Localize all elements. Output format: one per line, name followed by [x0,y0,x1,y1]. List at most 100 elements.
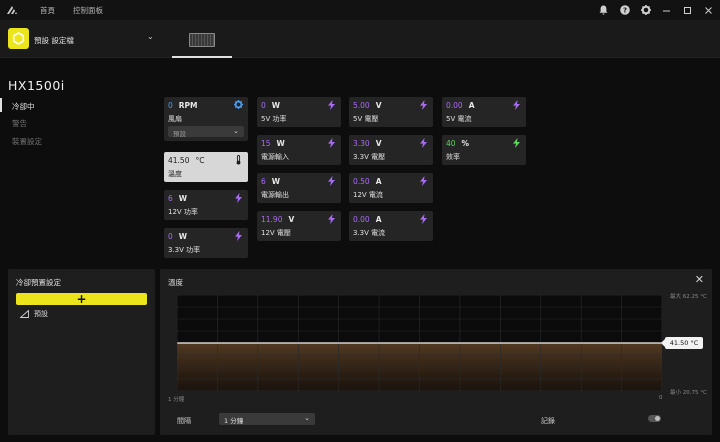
tile-unit: W [271,177,281,186]
tile-value: 0 [261,101,266,110]
fan-preset-select[interactable]: 預設 ⌄ [168,126,244,138]
temp-unit: °C [195,156,205,165]
preset-item-label: 預設 [34,310,48,318]
current-12v-tile[interactable]: 0.50 A 12V 電流 [349,173,433,203]
profile-name[interactable]: 預設 設定檔 [34,35,74,46]
record-toggle[interactable] [648,415,661,422]
curve-icon [20,310,29,318]
gear-icon[interactable] [234,100,243,110]
tile-label: 12V 功率 [168,208,198,216]
tile-unit: A [375,215,382,224]
current-3v3-tile[interactable]: 0.00 A 3.3V 電流 [349,211,433,241]
tile-value: 0.50 [353,177,370,186]
voltage-12v-tile[interactable]: 11.90 V 12V 電壓 [257,211,341,241]
side-nav-device-settings[interactable]: 裝置設定 [12,136,42,147]
close-icon[interactable] [703,5,714,16]
chevron-down-icon: ⌄ [233,127,239,135]
side-nav-alerts[interactable]: 警告 [12,118,27,129]
tile-value: 3.30 [353,139,370,148]
lightning-icon [419,138,428,148]
lightning-icon [419,100,428,110]
power-5v-tile[interactable]: 0W 5V 功率 [257,97,341,127]
preset-panel-title: 冷卻預置設定 [16,278,61,287]
graph-max-label: 最大 62.25 °C [670,294,707,300]
bell-icon[interactable] [598,5,609,16]
device-thumbnail[interactable] [172,28,232,58]
add-preset-button[interactable]: + [16,293,147,305]
tile-label: 5V 功率 [261,115,287,123]
tile-value: 40 [446,139,456,148]
device-header: 預設 設定檔 ⌄ [0,20,720,58]
power-output-tile[interactable]: 6W 電源輸出 [257,173,341,203]
fan-preset-value: 預設 [173,130,186,138]
title-bar: 首頁 控制面板 ? [0,0,720,20]
tile-unit: V [288,215,295,224]
tile-unit: A [375,177,382,186]
psu-image [189,33,215,47]
voltage-5v-tile[interactable]: 5.00 V 5V 電壓 [349,97,433,127]
lightning-icon [327,176,336,186]
tile-value: 6 [168,194,173,203]
tile-label: 效率 [446,153,460,161]
temp-label: 溫度 [168,170,182,178]
profile-hexagon-icon[interactable] [8,28,29,49]
tile-value: 6 [261,177,266,186]
tile-unit: W [276,139,285,148]
temperature-chart [177,295,662,391]
voltage-3v3-tile[interactable]: 3.30 V 3.3V 電壓 [349,135,433,165]
gear-icon[interactable] [640,5,651,16]
temperature-tile[interactable]: 41.50 °C 溫度 [164,152,248,182]
nav-home[interactable]: 首頁 [40,5,55,16]
close-icon[interactable]: ✕ [695,273,704,286]
graph-x-left-label: 1 分鐘 [168,397,185,403]
current-5v-tile[interactable]: 0.00 A 5V 電流 [442,97,526,127]
power-input-tile[interactable]: 15 W 電源輸入 [257,135,341,165]
tile-label: 12V 電壓 [261,229,291,237]
tile-value: 0 [168,232,173,241]
tile-label: 5V 電流 [446,115,472,123]
lightning-icon [327,214,336,224]
preset-item[interactable]: 預設 [20,309,48,319]
fan-tile[interactable]: 0 RPM 風扇 預設 ⌄ [164,97,248,141]
active-nav-indicator [0,98,2,112]
tile-value: 0.00 [446,101,463,110]
lightning-icon [234,231,243,241]
maximize-icon[interactable] [682,5,693,16]
tile-label: 3.3V 電流 [353,229,386,237]
chevron-down-icon[interactable]: ⌄ [147,32,154,41]
tile-unit: V [375,139,382,148]
power-3v3-tile[interactable]: 0W 3.3V 功率 [164,228,248,258]
tile-unit: V [375,101,382,110]
minimize-icon[interactable] [661,5,672,16]
tile-label: 電源輸出 [261,191,289,199]
temp-value: 41.50 [168,156,190,165]
nav-dashboard[interactable]: 控制面板 [73,5,103,16]
tile-label: 3.3V 功率 [168,246,201,254]
interval-value: 1 分鐘 [224,417,244,425]
interval-select[interactable]: 1 分鐘 ⌄ [219,413,315,425]
graph-min-label: 最小 20.75 °C [670,390,707,396]
help-icon[interactable]: ? [619,5,630,16]
temperature-graph-panel: 溫度 ✕ 最大 62.25 °C 最小 20.75 °C 1 分鐘 0 41.5… [160,269,712,435]
fan-value: 0 [168,101,173,110]
tile-unit: W [178,232,188,241]
tile-unit: A [468,101,475,110]
side-nav-cooling[interactable]: 冷卻中 [12,101,35,112]
fan-label: 風扇 [168,115,182,123]
lightning-icon [234,193,243,203]
lightning-icon [512,100,521,110]
device-title: HX1500i [8,78,65,93]
cooling-preset-panel: 冷卻預置設定 + 預設 [8,269,155,435]
tile-unit: W [178,194,188,203]
tile-unit: W [271,101,281,110]
lightning-icon [419,176,428,186]
corsair-logo-icon [0,0,24,20]
record-label: 記錄 [541,417,555,425]
tile-label: 12V 電流 [353,191,383,199]
graph-title: 溫度 [168,278,183,287]
efficiency-tile[interactable]: 40% 效率 [442,135,526,165]
tile-value: 0.00 [353,215,370,224]
tile-value: 11.90 [261,215,283,224]
power-12v-tile[interactable]: 6W 12V 功率 [164,190,248,220]
tile-label: 5V 電壓 [353,115,379,123]
